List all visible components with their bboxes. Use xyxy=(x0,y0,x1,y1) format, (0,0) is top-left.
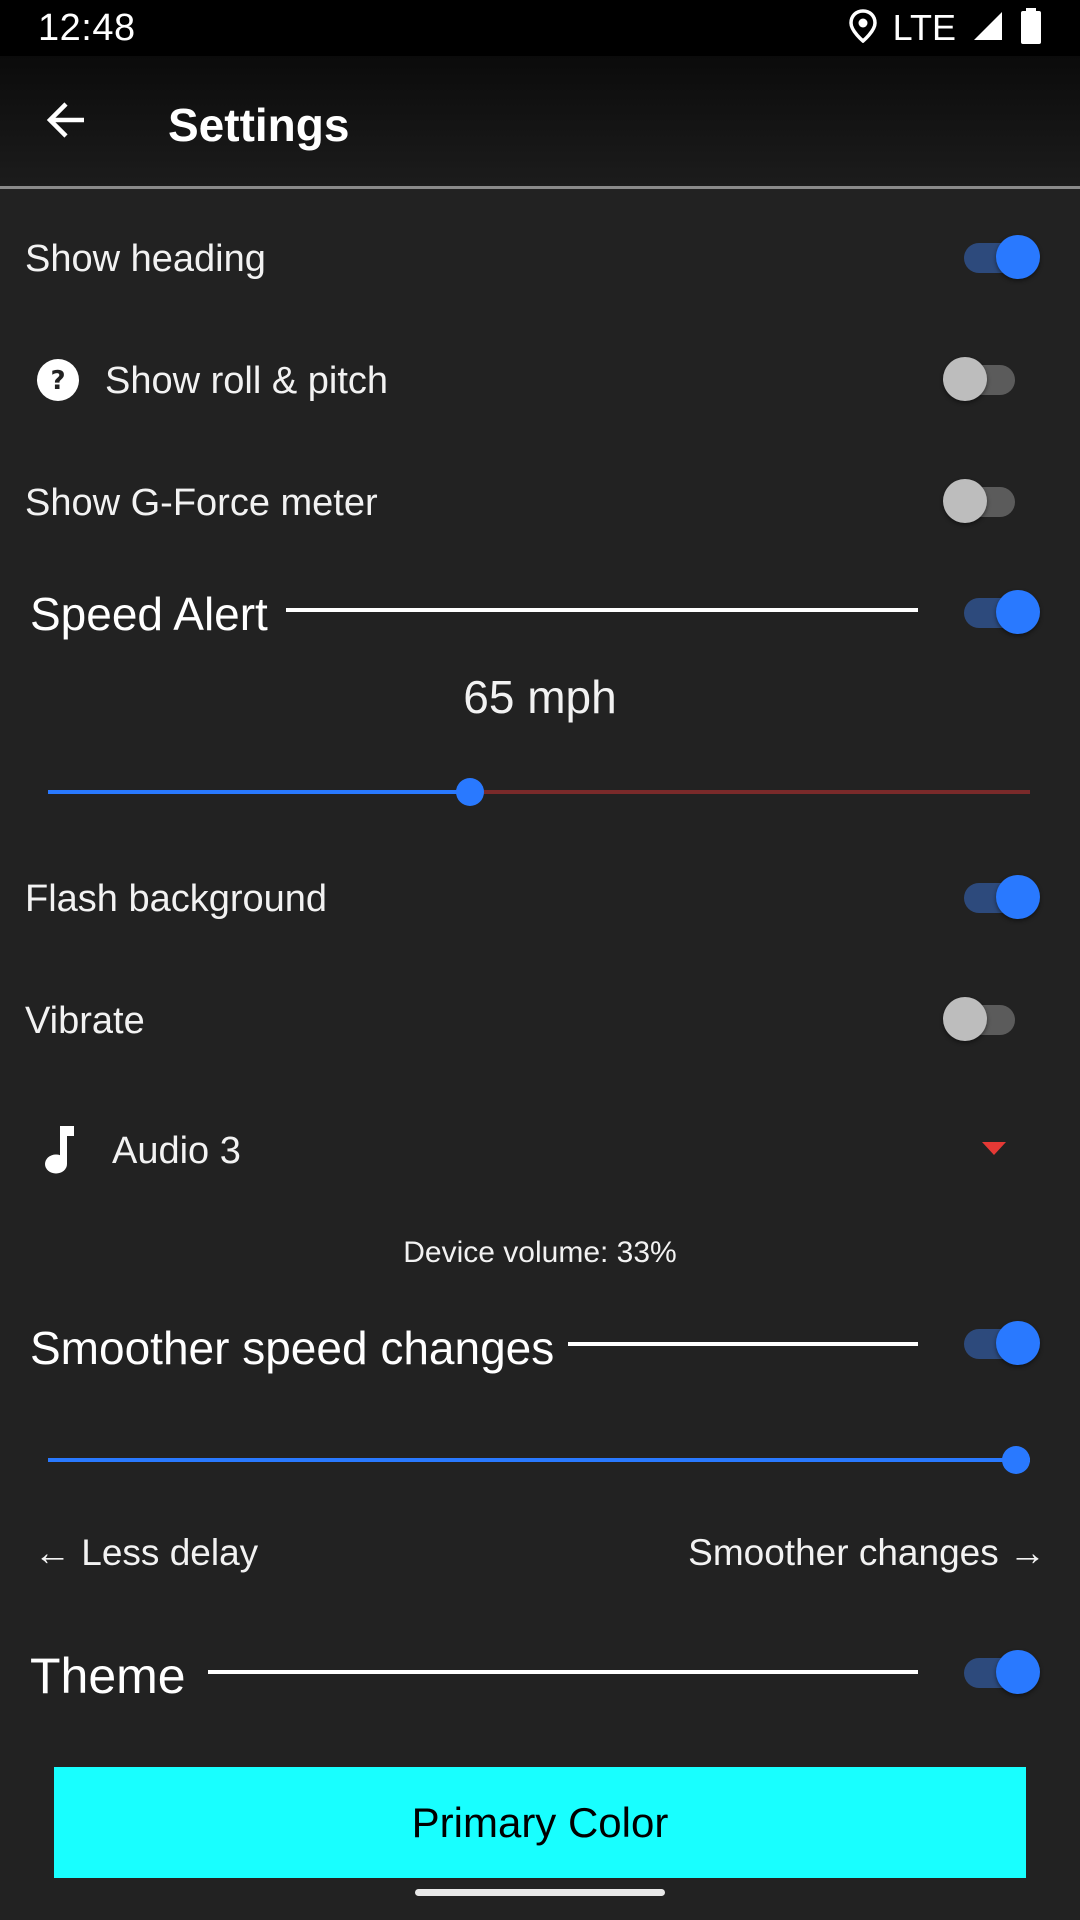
speed-alert-switch[interactable] xyxy=(960,582,1040,642)
slider-thumb[interactable] xyxy=(456,778,484,806)
show-gforce-switch[interactable] xyxy=(943,471,1023,531)
section-divider xyxy=(208,1670,918,1674)
show-roll-pitch-label: Show roll & pitch xyxy=(105,360,389,402)
smoother-speed-switch[interactable] xyxy=(960,1313,1040,1373)
flash-background-label: Flash background xyxy=(25,878,328,920)
slider-active-track xyxy=(48,1458,1030,1462)
speed-alert-title: Speed Alert xyxy=(30,588,268,640)
speed-alert-value: 65 mph xyxy=(463,671,617,723)
speed-alert-section: Speed Alert xyxy=(0,572,1080,652)
status-time: 12:48 xyxy=(38,6,136,49)
slider-inactive-track xyxy=(470,790,1030,794)
vibrate-switch[interactable] xyxy=(943,989,1023,1049)
theme-section: Theme xyxy=(0,1632,1080,1712)
settings-screen: 12:48 LTE Settings Show heading ? Show r… xyxy=(0,0,1080,1920)
flash-background-switch[interactable] xyxy=(960,867,1040,927)
signal-icon xyxy=(972,10,1004,47)
setting-flash-background[interactable]: Flash background xyxy=(0,838,1080,958)
vibrate-label: Vibrate xyxy=(25,1000,145,1042)
home-indicator[interactable] xyxy=(415,1889,665,1896)
less-delay-label: ← Less delay xyxy=(34,1532,259,1573)
slider-active-track xyxy=(48,790,470,794)
back-button[interactable] xyxy=(24,80,108,164)
arrow-left-icon xyxy=(44,98,88,147)
speed-alert-slider[interactable] xyxy=(48,772,1030,812)
primary-color-button[interactable]: Primary Color xyxy=(54,1767,1026,1878)
setting-vibrate[interactable]: Vibrate xyxy=(0,960,1080,1080)
dropdown-arrow-icon xyxy=(982,1142,1006,1155)
setting-show-gforce[interactable]: Show G-Force meter xyxy=(0,442,1080,562)
device-volume-text: Device volume: 33% xyxy=(403,1236,677,1269)
section-divider xyxy=(286,608,918,612)
smoother-speed-section: Smoother speed changes xyxy=(0,1303,1080,1383)
section-divider xyxy=(568,1342,918,1346)
theme-switch[interactable] xyxy=(960,1642,1040,1702)
page-title: Settings xyxy=(168,99,350,151)
setting-show-heading[interactable]: Show heading xyxy=(0,198,1080,318)
location-pin-icon xyxy=(848,8,877,48)
battery-icon xyxy=(1020,7,1042,49)
svg-text:?: ? xyxy=(50,366,65,396)
network-type: LTE xyxy=(892,7,956,48)
show-gforce-label: Show G-Force meter xyxy=(25,482,378,524)
status-bar: 12:48 LTE xyxy=(0,0,1080,56)
smoother-speed-slider[interactable] xyxy=(48,1440,1030,1480)
help-circle-icon[interactable]: ? xyxy=(36,358,80,407)
smoother-speed-title: Smoother speed changes xyxy=(30,1322,555,1374)
music-note-icon xyxy=(40,1124,80,1181)
audio-dropdown[interactable]: Audio 3 xyxy=(0,1100,1080,1200)
theme-title: Theme xyxy=(30,1648,186,1704)
app-bar: Settings xyxy=(0,56,1080,188)
show-roll-pitch-switch[interactable] xyxy=(943,349,1023,409)
app-bar-divider xyxy=(0,186,1080,189)
slider-thumb[interactable] xyxy=(1002,1446,1030,1474)
status-icons: LTE xyxy=(848,7,1042,49)
smoother-changes-label: Smoother changes → xyxy=(688,1532,1046,1573)
setting-show-roll-pitch[interactable]: ? Show roll & pitch xyxy=(0,320,1080,440)
audio-selected-value: Audio 3 xyxy=(112,1130,241,1172)
show-heading-label: Show heading xyxy=(25,238,266,280)
show-heading-switch[interactable] xyxy=(960,227,1040,287)
